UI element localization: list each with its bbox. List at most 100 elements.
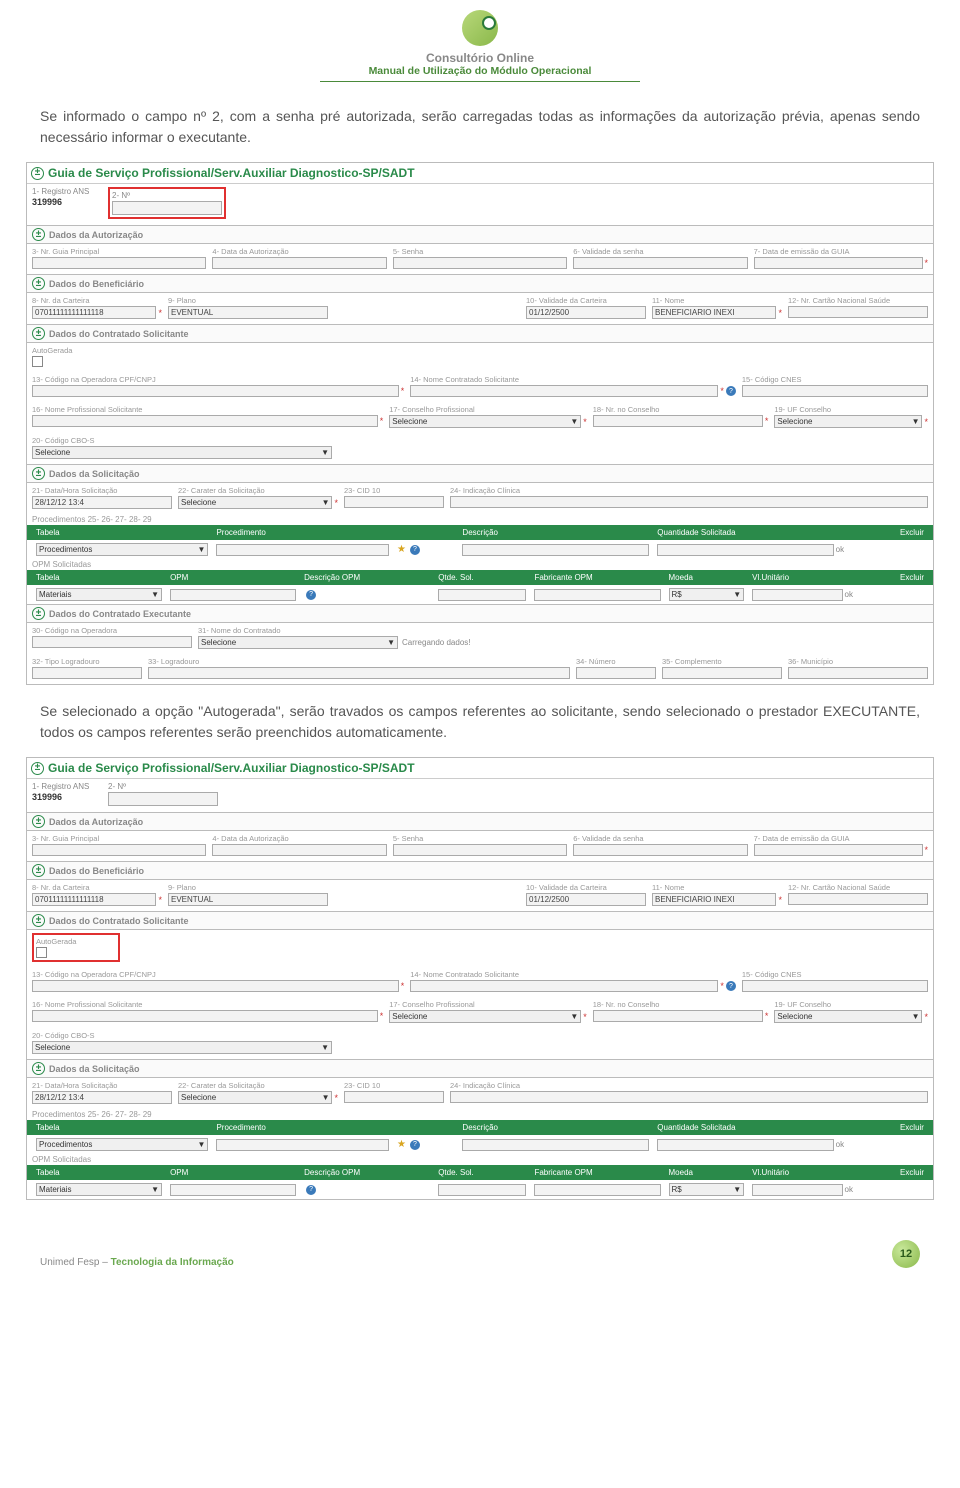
checkbox-autogerada[interactable] bbox=[36, 947, 47, 958]
select-moeda[interactable]: R$▼ bbox=[669, 588, 745, 601]
input-nome-benef[interactable]: BENEFICIARIO INEXI bbox=[652, 893, 776, 906]
input-descricao-proc[interactable] bbox=[462, 1139, 649, 1151]
help-icon[interactable]: ? bbox=[726, 386, 736, 396]
input-nr-conselho[interactable] bbox=[593, 1010, 763, 1022]
input-qtde-sol[interactable] bbox=[657, 1139, 833, 1151]
input-logradouro[interactable] bbox=[148, 667, 570, 679]
select-cbo[interactable]: Selecione▼ bbox=[32, 446, 332, 459]
input-cnes[interactable] bbox=[742, 980, 928, 992]
input-fabricante[interactable] bbox=[534, 589, 660, 601]
input-validade-carteira[interactable]: 01/12/2500 bbox=[526, 306, 646, 319]
input-validade-carteira[interactable]: 01/12/2500 bbox=[526, 893, 646, 906]
input-nome-profissional[interactable] bbox=[32, 1010, 378, 1022]
select-carater[interactable]: Selecione▼ bbox=[178, 1091, 332, 1104]
star-icon[interactable]: ★ bbox=[397, 544, 406, 555]
help-icon[interactable]: ? bbox=[306, 1185, 316, 1195]
input-cnes[interactable] bbox=[742, 385, 928, 397]
input-guia-principal[interactable] bbox=[32, 844, 206, 856]
input-cod-op-exec[interactable] bbox=[32, 636, 192, 648]
collapse-icon[interactable]: ± bbox=[32, 1062, 45, 1075]
input-procedimento[interactable] bbox=[216, 1139, 388, 1151]
input-indicacao[interactable] bbox=[450, 496, 928, 508]
input-plano[interactable]: EVENTUAL bbox=[168, 893, 328, 906]
input-complemento[interactable] bbox=[662, 667, 782, 679]
input-2-n[interactable] bbox=[112, 201, 222, 215]
select-cbo[interactable]: Selecione▼ bbox=[32, 1041, 332, 1054]
input-qtde-opm[interactable] bbox=[438, 589, 526, 601]
select-tabela-opm[interactable]: Materiais▼ bbox=[36, 588, 162, 601]
input-validade-senha[interactable] bbox=[573, 844, 747, 856]
input-procedimento[interactable] bbox=[216, 544, 388, 556]
input-opm[interactable] bbox=[170, 1184, 296, 1196]
input-data-autorizacao[interactable] bbox=[212, 844, 386, 856]
select-uf-conselho[interactable]: Selecione▼ bbox=[774, 1010, 922, 1023]
select-tabela-opm[interactable]: Materiais▼ bbox=[36, 1183, 162, 1196]
input-2-n[interactable] bbox=[108, 792, 218, 806]
input-indicacao[interactable] bbox=[450, 1091, 928, 1103]
input-carteira[interactable]: 07011111111111118 bbox=[32, 306, 156, 319]
select-tabela-proc[interactable]: Procedimentos▼ bbox=[36, 1138, 208, 1151]
input-cod-operadora[interactable] bbox=[32, 385, 399, 397]
input-cid10[interactable] bbox=[344, 496, 444, 508]
input-municipio[interactable] bbox=[788, 667, 928, 679]
required-icon: * bbox=[778, 895, 782, 905]
input-numero[interactable] bbox=[576, 667, 656, 679]
input-nome-benef[interactable]: BENEFICIARIO INEXI bbox=[652, 306, 776, 319]
input-nome-contratado-sol[interactable] bbox=[410, 980, 718, 992]
input-data-emissao[interactable] bbox=[754, 844, 923, 856]
collapse-icon[interactable]: ± bbox=[32, 277, 45, 290]
help-icon[interactable]: ? bbox=[306, 590, 316, 600]
checkbox-autogerada[interactable] bbox=[32, 356, 43, 367]
select-nome-contratado-exec[interactable]: Selecione▼ bbox=[198, 636, 398, 649]
collapse-icon[interactable]: ± bbox=[32, 864, 45, 877]
input-cid10[interactable] bbox=[344, 1091, 444, 1103]
input-datahora-sol[interactable]: 28/12/12 13:4 bbox=[32, 496, 172, 509]
collapse-icon[interactable]: ± bbox=[32, 914, 45, 927]
select-conselho[interactable]: Selecione▼ bbox=[389, 415, 581, 428]
required-icon: * bbox=[401, 981, 405, 991]
input-nome-profissional[interactable] bbox=[32, 415, 378, 427]
help-icon[interactable]: ? bbox=[726, 981, 736, 991]
brand-subtitle: Manual de Utilização do Módulo Operacion… bbox=[320, 65, 640, 82]
help-icon[interactable]: ? bbox=[410, 1140, 420, 1150]
input-nome-contratado-sol[interactable] bbox=[410, 385, 718, 397]
required-icon: * bbox=[401, 386, 405, 396]
collapse-icon[interactable]: ± bbox=[32, 467, 45, 480]
input-data-autorizacao[interactable] bbox=[212, 257, 386, 269]
input-opm[interactable] bbox=[170, 589, 296, 601]
input-descricao-proc[interactable] bbox=[462, 544, 649, 556]
input-cns[interactable] bbox=[788, 306, 928, 318]
input-qtde-sol[interactable] bbox=[657, 544, 833, 556]
collapse-icon[interactable]: ± bbox=[31, 167, 44, 180]
input-cns[interactable] bbox=[788, 893, 928, 905]
input-guia-principal[interactable] bbox=[32, 257, 206, 269]
opm-header: Tabela OPM Descrição OPM Qtde. Sol. Fabr… bbox=[27, 1165, 933, 1180]
input-cod-operadora[interactable] bbox=[32, 980, 399, 992]
input-qtde-opm[interactable] bbox=[438, 1184, 526, 1196]
input-senha[interactable] bbox=[393, 257, 567, 269]
select-tabela-proc[interactable]: Procedimentos▼ bbox=[36, 543, 208, 556]
select-conselho[interactable]: Selecione▼ bbox=[389, 1010, 581, 1023]
select-carater[interactable]: Selecione▼ bbox=[178, 496, 332, 509]
input-data-emissao[interactable] bbox=[754, 257, 923, 269]
collapse-icon[interactable]: ± bbox=[32, 815, 45, 828]
collapse-icon[interactable]: ± bbox=[32, 228, 45, 241]
star-icon[interactable]: ★ bbox=[397, 1139, 406, 1150]
collapse-icon[interactable]: ± bbox=[31, 762, 44, 775]
input-senha[interactable] bbox=[393, 844, 567, 856]
chevron-down-icon: ▼ bbox=[151, 590, 159, 599]
input-plano[interactable]: EVENTUAL bbox=[168, 306, 328, 319]
input-vl-unitario[interactable] bbox=[752, 589, 842, 601]
input-fabricante[interactable] bbox=[534, 1184, 660, 1196]
collapse-icon[interactable]: ± bbox=[32, 607, 45, 620]
collapse-icon[interactable]: ± bbox=[32, 327, 45, 340]
input-nr-conselho[interactable] bbox=[593, 415, 763, 427]
input-vl-unitario[interactable] bbox=[752, 1184, 842, 1196]
input-datahora-sol[interactable]: 28/12/12 13:4 bbox=[32, 1091, 172, 1104]
input-tipo-logradouro[interactable] bbox=[32, 667, 142, 679]
input-validade-senha[interactable] bbox=[573, 257, 747, 269]
input-carteira[interactable]: 07011111111111118 bbox=[32, 893, 156, 906]
help-icon[interactable]: ? bbox=[410, 545, 420, 555]
select-moeda[interactable]: R$▼ bbox=[669, 1183, 745, 1196]
select-uf-conselho[interactable]: Selecione▼ bbox=[774, 415, 922, 428]
